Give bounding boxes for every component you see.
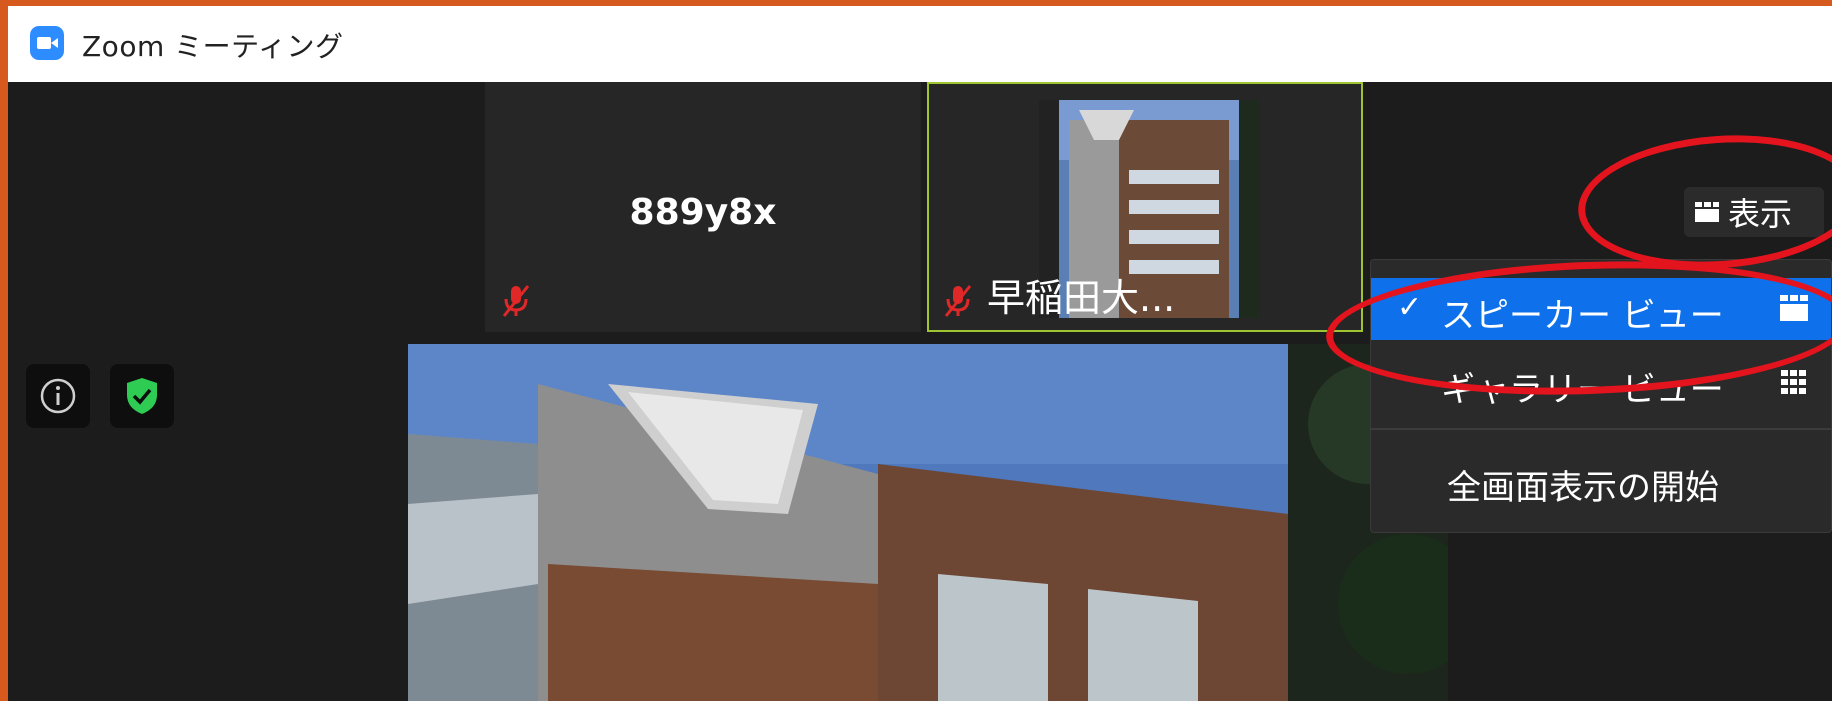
meeting-info-button[interactable] (26, 364, 90, 428)
encryption-status-button[interactable] (110, 364, 174, 428)
menu-item-label: スピーカー ビュー (1441, 296, 1724, 336)
menu-item-speaker-view[interactable]: ✓ スピーカー ビュー (1371, 278, 1831, 340)
menu-item-gallery-view[interactable]: ギャラリー ビュー (1371, 352, 1831, 414)
menu-item-label: ギャラリー ビュー (1441, 370, 1724, 410)
participant-thumbnail[interactable]: 889y8x (485, 82, 921, 332)
muted-mic-icon (502, 285, 530, 317)
view-button[interactable]: 表示 (1684, 187, 1824, 237)
speaker-video-building (408, 344, 1448, 701)
menu-item-enter-fullscreen[interactable]: 全画面表示の開始 (1371, 450, 1831, 512)
zoom-window: Zoom ミーティング 889y8x 早稲田大... 表示 ✓ スピーカー ビュ… (8, 6, 1832, 701)
participant-name: 889y8x (629, 192, 777, 233)
title-bar: Zoom ミーティング (8, 6, 1832, 82)
menu-divider (1371, 428, 1831, 430)
view-button-label: 表示 (1728, 195, 1793, 233)
participant-name: 早稲田大... (987, 276, 1176, 320)
speaker-view-icon (1780, 295, 1808, 321)
info-icon (40, 378, 76, 414)
zoom-logo-icon (30, 26, 64, 60)
speaker-view-icon (1695, 202, 1719, 222)
view-dropdown-menu: ✓ スピーカー ビュー ギャラリー ビュー 全画面表示の開始 (1370, 259, 1832, 533)
gallery-view-icon (1781, 370, 1806, 394)
participant-thumbnail-active-speaker[interactable]: 早稲田大... (927, 82, 1363, 332)
window-title: Zoom ミーティング (82, 30, 344, 63)
menu-item-label: 全画面表示の開始 (1447, 468, 1719, 508)
checkmark-icon: ✓ (1397, 290, 1423, 325)
shield-check-icon (127, 378, 157, 414)
meeting-video-area: 889y8x 早稲田大... 表示 ✓ スピーカー ビュー ギャラリー ビュー … (8, 82, 1832, 701)
muted-mic-icon (944, 285, 972, 317)
